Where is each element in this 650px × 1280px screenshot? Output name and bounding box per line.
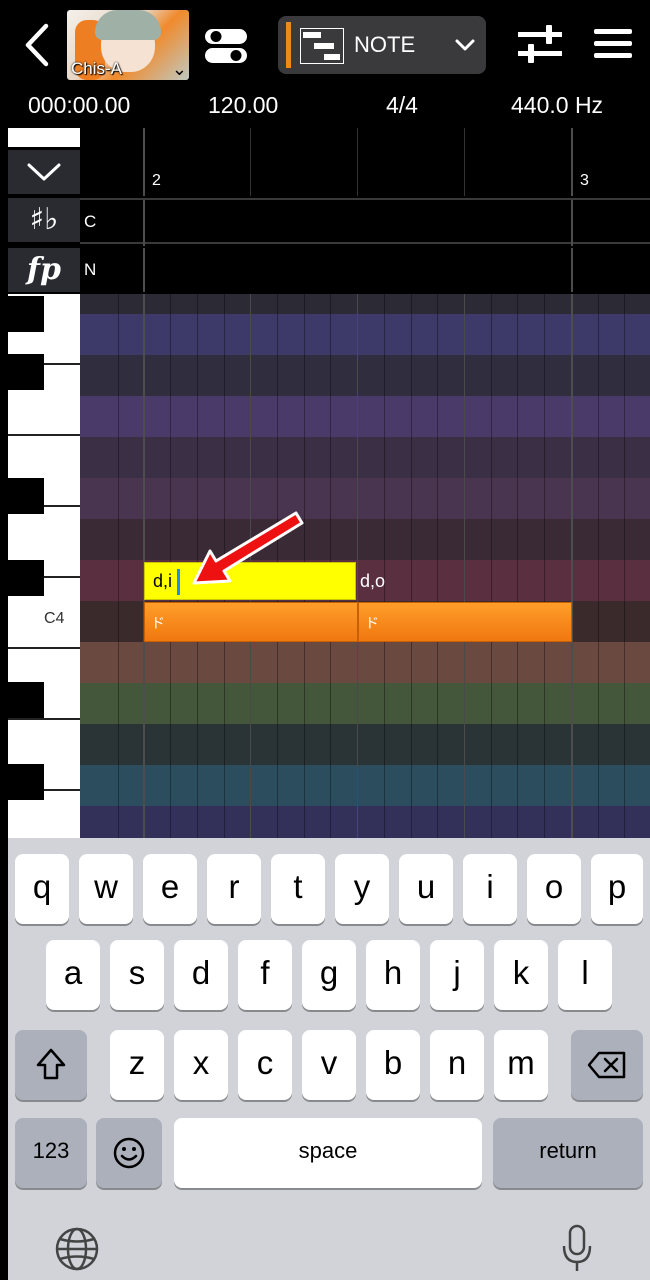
key-n[interactable]: n <box>430 1030 484 1100</box>
dynamics-row[interactable]: N <box>80 248 650 292</box>
measure-ruler[interactable]: 2 3 <box>80 128 650 196</box>
emoji-key[interactable] <box>96 1118 162 1188</box>
black-key[interactable] <box>8 354 44 390</box>
note-mode-icon <box>300 28 344 64</box>
key-q[interactable]: q <box>15 854 69 924</box>
key-c[interactable]: c <box>238 1030 292 1100</box>
key-x[interactable]: x <box>174 1030 228 1100</box>
measure-label: 2 <box>152 172 161 189</box>
delete-key[interactable] <box>571 1030 643 1100</box>
emoji-smiley-icon <box>113 1137 145 1169</box>
key-y[interactable]: y <box>335 854 389 924</box>
toggle-switches-icon[interactable] <box>204 28 248 64</box>
note-phoneme: ド <box>151 615 165 631</box>
key-b[interactable]: b <box>366 1030 420 1100</box>
chevron-down-icon: ⌄ <box>171 59 187 79</box>
key-v[interactable]: v <box>302 1030 356 1100</box>
key-l[interactable]: l <box>558 940 612 1010</box>
mode-accent-bar <box>286 22 291 68</box>
note-phoneme: ド <box>365 615 379 631</box>
space-key[interactable]: space <box>174 1118 482 1188</box>
return-key[interactable]: return <box>493 1118 643 1188</box>
key-h[interactable]: h <box>366 940 420 1010</box>
back-chevron-icon[interactable] <box>18 20 58 70</box>
key-f[interactable]: f <box>238 940 292 1010</box>
backspace-icon <box>587 1051 626 1079</box>
black-key[interactable] <box>8 478 44 514</box>
dynamics-value: N <box>84 260 97 279</box>
key-z[interactable]: z <box>110 1030 164 1100</box>
header-tab <box>8 128 80 147</box>
key-w[interactable]: w <box>79 854 133 924</box>
playback-position[interactable]: 000:00.00 <box>28 92 130 119</box>
key-u[interactable]: u <box>399 854 453 924</box>
black-key[interactable] <box>8 682 44 718</box>
note-lyric[interactable]: d,o <box>360 571 385 592</box>
key-d[interactable]: d <box>174 940 228 1010</box>
singer-selector[interactable]: Chis-A ⌄ <box>67 10 189 80</box>
black-key[interactable] <box>8 764 44 800</box>
measure-label: 3 <box>580 172 589 189</box>
shift-key[interactable] <box>15 1030 87 1100</box>
mixer-sliders-icon[interactable] <box>518 24 562 64</box>
microphone-icon[interactable] <box>560 1224 594 1274</box>
dynamics-icon[interactable]: fp <box>8 248 80 292</box>
info-bar: 000:00.00 120.00 4/4 440.0 Hz <box>0 84 650 128</box>
key-t[interactable]: t <box>271 854 325 924</box>
black-key[interactable] <box>8 560 44 596</box>
black-key[interactable] <box>8 296 44 332</box>
chevron-down-icon <box>455 39 475 51</box>
piano-keyboard[interactable]: C4 <box>8 294 80 838</box>
tempo-value[interactable]: 120.00 <box>208 92 278 119</box>
red-arrow-annotation <box>192 511 304 585</box>
key-a[interactable]: a <box>46 940 100 1010</box>
edit-mode-label: NOTE <box>354 32 416 57</box>
key-e[interactable]: e <box>143 854 197 924</box>
note-bar[interactable]: ド <box>144 602 358 642</box>
singer-name: Chis-A <box>71 59 123 78</box>
key-k[interactable]: k <box>494 940 548 1010</box>
key-o[interactable]: o <box>527 854 581 924</box>
key-j[interactable]: j <box>430 940 484 1010</box>
key-value: C <box>84 212 97 231</box>
edit-mode-dropdown[interactable]: NOTE <box>278 16 486 74</box>
tuning-value[interactable]: 440.0 Hz <box>511 92 603 119</box>
chevron-down-icon <box>27 163 61 181</box>
top-bar: Chis-A ⌄ NOTE <box>0 0 650 84</box>
key-g[interactable]: g <box>302 940 356 1010</box>
key-i[interactable]: i <box>463 854 517 924</box>
menu-hamburger-icon[interactable] <box>594 28 632 60</box>
lyric-input[interactable]: d,i <box>153 571 172 592</box>
shift-arrow-icon <box>36 1048 66 1080</box>
globe-icon[interactable] <box>54 1226 100 1272</box>
key-r[interactable]: r <box>207 854 261 924</box>
c4-label: C4 <box>44 610 65 627</box>
numbers-key[interactable]: 123 <box>15 1118 87 1188</box>
key-m[interactable]: m <box>494 1030 548 1100</box>
key-signature-icon[interactable]: ♯♭ <box>8 198 80 242</box>
collapse-rows-button[interactable] <box>8 150 80 194</box>
time-signature[interactable]: 4/4 <box>386 92 418 119</box>
note-bar[interactable]: ド <box>358 602 572 642</box>
key-p[interactable]: p <box>591 854 643 924</box>
on-screen-keyboard: q w e r t y u i o p a s d f g h j k l z … <box>8 838 650 1280</box>
key-row[interactable]: C <box>80 198 650 246</box>
key-s[interactable]: s <box>110 940 164 1010</box>
